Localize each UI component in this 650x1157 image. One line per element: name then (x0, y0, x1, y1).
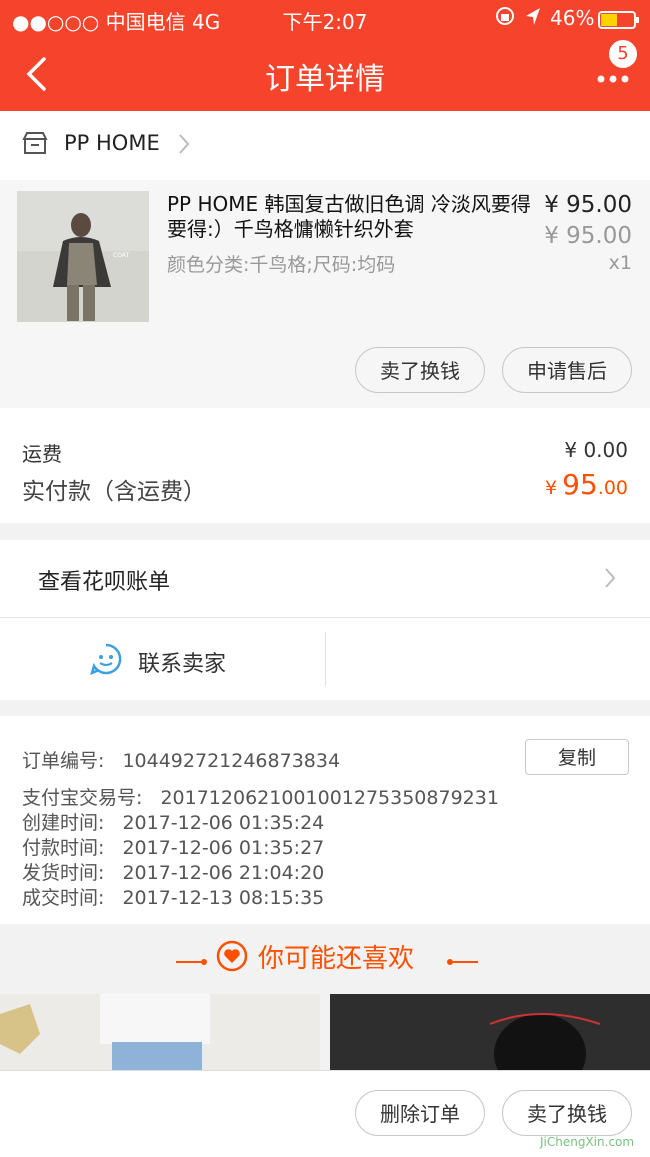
after-sale-button[interactable]: 申请售后 (502, 347, 632, 393)
recommend-title: 你可能还喜欢 (258, 944, 415, 974)
shop-name: PP HOME (64, 131, 160, 155)
resell-button[interactable]: 卖了换钱 (355, 347, 485, 393)
huabei-label: 查看花呗账单 (38, 570, 171, 595)
huabei-bill-row[interactable]: 查看花呗账单 (0, 540, 650, 618)
page-title: 订单详情 (265, 62, 385, 97)
shipping-label: 运费 (22, 442, 62, 466)
copy-button[interactable]: 复制 (525, 739, 629, 775)
alipay-label: 支付宝交易号: (22, 787, 143, 809)
done-row: 成交时间: 2017-12-13 08:15:35 (22, 883, 324, 910)
paid-time-label: 付款时间: (22, 837, 105, 859)
created-label: 创建时间: (22, 812, 105, 834)
order-number: 104492721246873834 (122, 750, 341, 772)
shipped-time: 2017-12-06 21:04:20 (122, 862, 325, 884)
recommend-item-image[interactable] (0, 994, 320, 1074)
done-time: 2017-12-13 08:15:35 (122, 887, 325, 909)
lock-rotation-icon (494, 4, 516, 33)
paid-dec: .00 (597, 477, 628, 499)
paid-amount: ¥ 95.00 (500, 468, 628, 501)
paid-currency: ¥ (544, 477, 558, 499)
coat-label: COAT (113, 252, 129, 259)
delete-order-button[interactable]: 删除订单 (355, 1090, 485, 1136)
order-number-label: 订单编号: (22, 750, 105, 772)
order-number-row: 订单编号: 104492721246873834 (22, 746, 340, 773)
shipped-row: 发货时间: 2017-12-06 21:04:20 (22, 858, 324, 885)
contact-seller-label: 联系卖家 (138, 652, 227, 677)
chevron-right-icon (178, 133, 190, 159)
product-sku: 颜色分类:千鸟格;尺码:均码 (167, 254, 396, 276)
product-quantity: x1 (608, 252, 632, 274)
battery-percent: 46% (550, 6, 595, 30)
fee-summary: 运费 ¥ 0.00 实付款（含运费） ¥ 95.00 (0, 408, 650, 523)
divider (325, 632, 326, 686)
nav-bar: 订单详情 5 (0, 36, 650, 111)
chevron-right-icon (604, 567, 616, 593)
contact-seller-button[interactable]: 联系卖家 (0, 618, 325, 700)
paid-int: 95 (562, 468, 598, 501)
product-price: ¥ 95.00 (544, 192, 632, 218)
order-info: 订单编号: 104492721246873834 复制 支付宝交易号: 2017… (0, 716, 650, 924)
alipay-row: 支付宝交易号: 2017120621001001275350879231 (22, 783, 499, 810)
product-title[interactable]: PP HOME 韩国复古做旧色调 冷淡风要得要得:）千鸟格慵懒针织外套 (167, 192, 532, 242)
more-menu-button[interactable] (596, 70, 630, 84)
alipay-number: 2017120621001001275350879231 (160, 787, 499, 809)
done-label: 成交时间: (22, 887, 105, 909)
resell-button-bottom[interactable]: 卖了换钱 (502, 1090, 632, 1136)
shipping-value: ¥ 0.00 (564, 438, 628, 462)
chat-smile-icon (89, 642, 123, 680)
product-image[interactable]: COAT (17, 191, 149, 322)
paid-time: 2017-12-06 01:35:27 (122, 837, 325, 859)
paid-label: 实付款（含运费） (22, 479, 206, 505)
created-row: 创建时间: 2017-12-06 01:35:24 (22, 808, 324, 835)
heart-icon (216, 940, 248, 976)
bottom-action-bar: 删除订单 卖了换钱 JiChengXin.com (0, 1070, 650, 1157)
created-time: 2017-12-06 01:35:24 (122, 812, 325, 834)
more-dots-icon (597, 75, 629, 83)
product-card[interactable]: COAT PP HOME 韩国复古做旧色调 冷淡风要得要得:）千鸟格慵懒针织外套… (0, 180, 650, 408)
message-count-badge: 5 (607, 38, 639, 70)
shop-header[interactable]: PP HOME (0, 111, 650, 180)
watermark-text: JiChengXin.com (540, 1135, 635, 1149)
recommend-header: 你可能还喜欢 (0, 924, 650, 994)
recommend-item-image[interactable] (330, 994, 650, 1074)
status-bar: ●●○○○ 中国电信 4G 下午2:07 46% (0, 0, 650, 36)
store-icon (22, 131, 48, 159)
battery-icon (598, 10, 640, 34)
paid-row: 付款时间: 2017-12-06 01:35:27 (22, 833, 324, 860)
contact-seller-row: 联系卖家 (0, 618, 650, 700)
left-decor-line (176, 951, 208, 970)
right-decor-line (446, 951, 478, 970)
shipped-label: 发货时间: (22, 862, 105, 884)
location-arrow-icon (524, 6, 542, 33)
product-original-price: ¥ 95.00 (544, 223, 632, 249)
